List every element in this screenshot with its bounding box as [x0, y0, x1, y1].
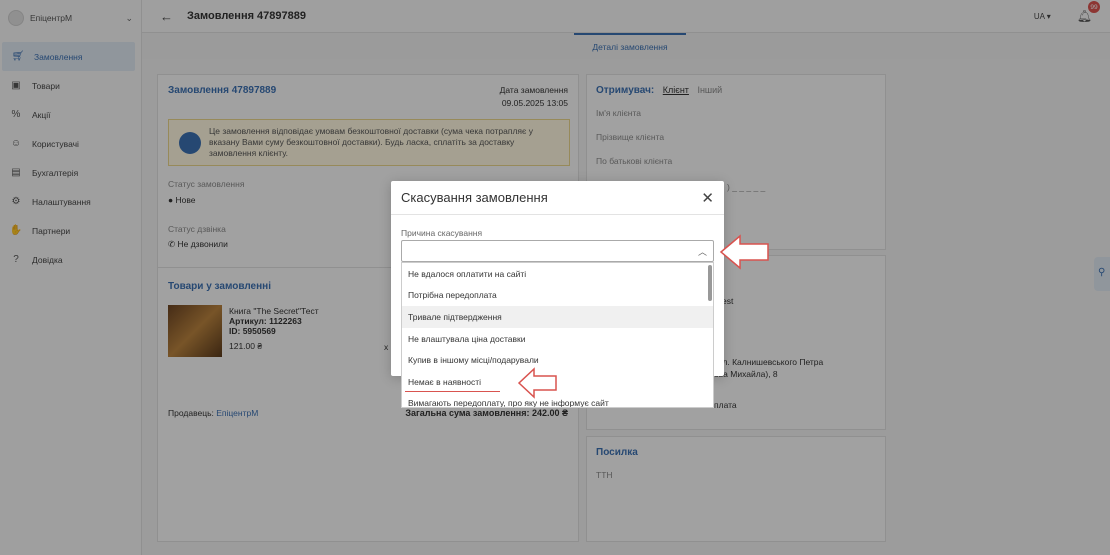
cancel-reason-select[interactable]: ︿	[401, 240, 714, 262]
option-delivery-price[interactable]: Не влаштувала ціна доставки	[402, 328, 713, 350]
chevron-up-icon: ︿	[697, 247, 707, 257]
option-prepayment-required[interactable]: Потрібна передоплата	[402, 285, 713, 307]
annotation-arrow-option	[517, 367, 557, 399]
annotation-arrow-select	[719, 234, 769, 270]
modal-title: Скасування замовлення	[401, 190, 548, 205]
option-payment-failed[interactable]: Не вдалося оплатити на сайті	[402, 263, 713, 285]
option-long-confirmation[interactable]: Тривале підтвердження	[402, 306, 713, 328]
dropdown-scrollbar[interactable]	[708, 265, 712, 301]
modal-header: Скасування замовлення ✕	[391, 181, 724, 215]
close-icon[interactable]: ✕	[701, 189, 714, 207]
cancel-reason-label: Причина скасування	[401, 228, 483, 238]
annotation-underline	[405, 391, 500, 392]
